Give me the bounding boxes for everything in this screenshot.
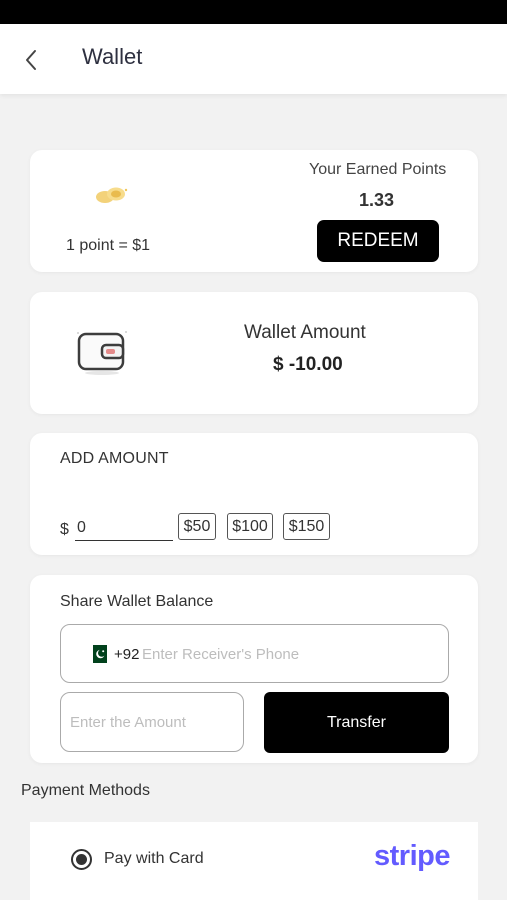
radio-dot [76,854,87,865]
back-button[interactable] [18,46,46,74]
receiver-phone-input[interactable] [142,642,432,666]
back-arrow-icon [26,50,36,70]
wallet-amount-value: $ -10.00 [273,354,343,375]
share-wallet-card: Share Wallet Balance +92 Transfer [30,575,478,763]
points-card: 1 point = $1 Your Earned Points 1.33 RED… [30,150,478,272]
transfer-amount-input[interactable] [60,692,244,752]
payment-methods-title: Payment Methods [21,782,150,799]
redeem-button[interactable]: REDEEM [317,220,439,262]
status-bar [0,0,507,24]
amount-chip-100[interactable]: $100 [227,513,273,540]
amount-chip-50[interactable]: $50 [178,513,216,540]
currency-symbol: $ [60,521,69,538]
page-title: Wallet [82,44,143,69]
earned-points-label: Your Earned Points [309,161,447,178]
add-amount-card: ADD AMOUNT $ $50 $100 $150 [30,433,478,555]
points-rate-text: 1 point = $1 [66,237,151,254]
payment-method-card[interactable]: Pay with Card stripe [30,822,478,900]
coins-icon [96,187,128,203]
add-amount-input[interactable] [75,515,173,541]
amount-chip-150[interactable]: $150 [283,513,330,540]
add-amount-title: ADD AMOUNT [60,450,169,467]
wallet-icon [77,331,127,375]
stripe-logo: stripe [374,840,450,872]
radio-selected-icon[interactable] [71,849,92,870]
pay-with-card-label: Pay with Card [104,850,204,867]
wallet-amount-card: Wallet Amount $ -10.00 [30,292,478,414]
wallet-amount-label: Wallet Amount [244,322,366,343]
app-header: Wallet [0,24,507,94]
share-wallet-title: Share Wallet Balance [60,593,214,610]
receiver-phone-field[interactable]: +92 [60,624,449,683]
country-code: +92 [114,646,140,663]
earned-points-value: 1.33 [359,190,395,210]
pakistan-flag-icon [89,645,107,663]
transfer-button[interactable]: Transfer [264,692,449,753]
